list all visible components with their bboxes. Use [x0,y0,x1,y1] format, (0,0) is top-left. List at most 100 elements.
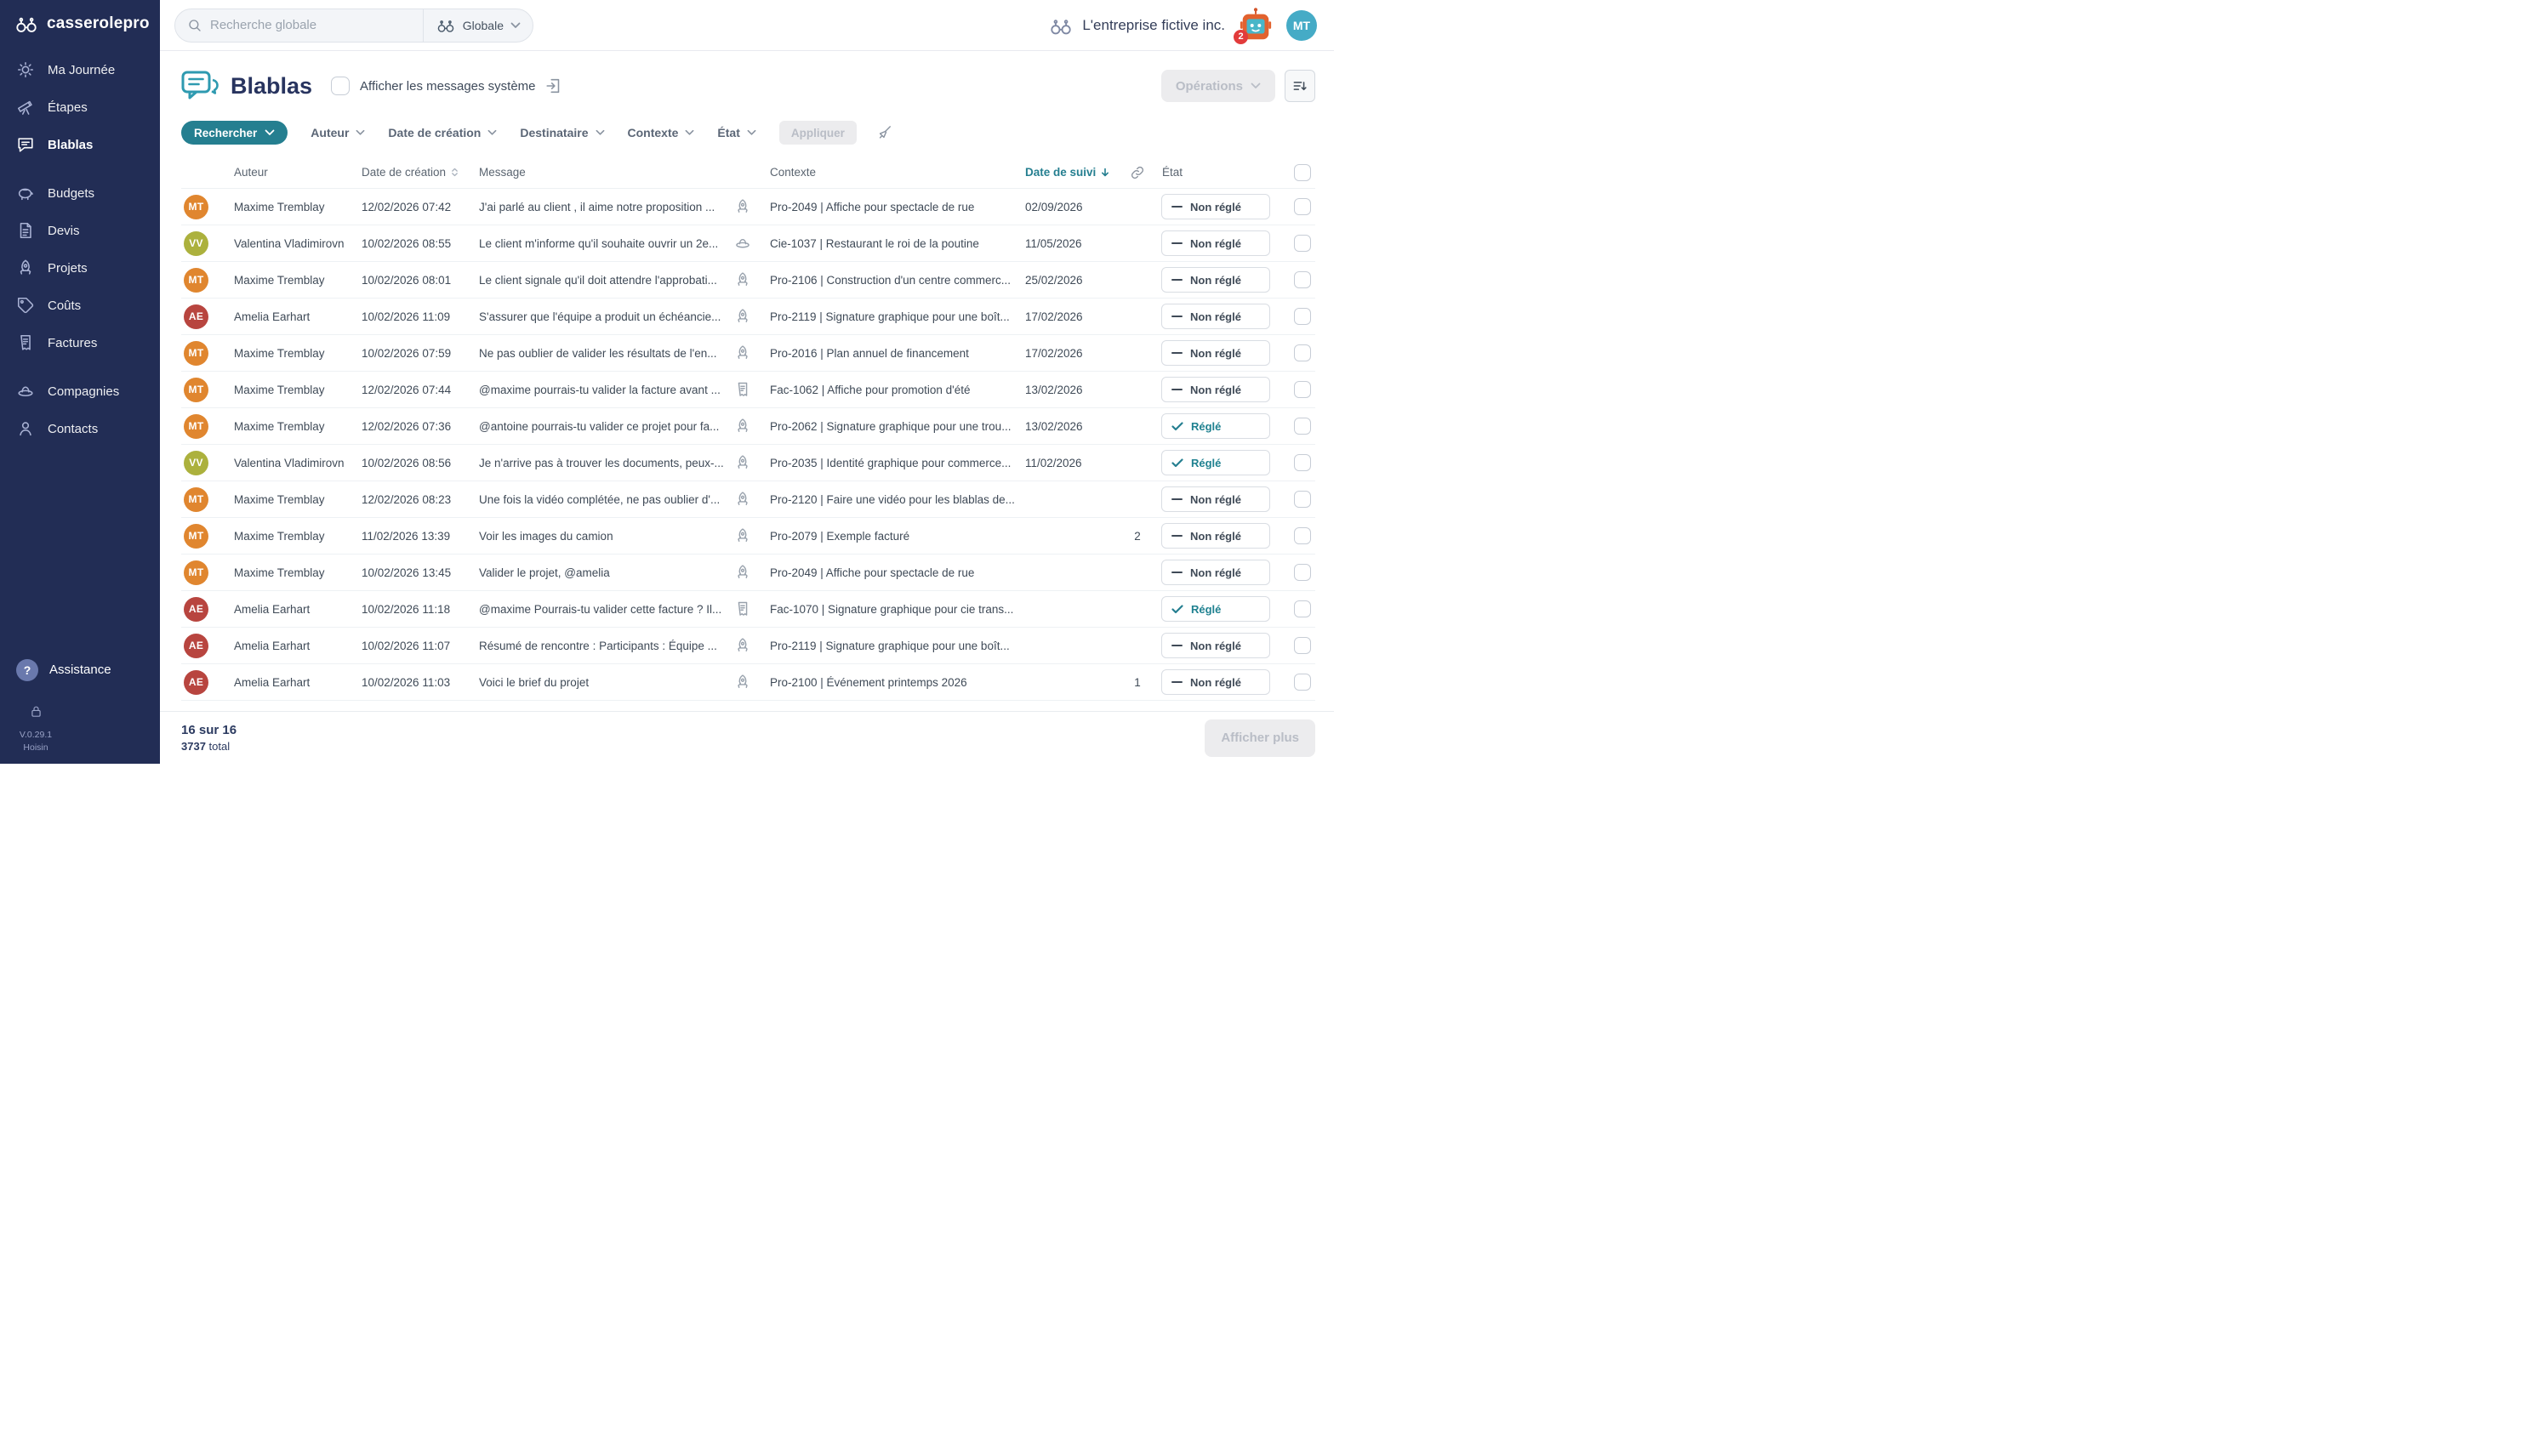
status-badge[interactable]: Non réglé [1161,633,1270,658]
row-checkbox[interactable] [1294,344,1311,361]
sidebar-item-devis[interactable]: Devis [0,212,160,249]
system-messages-label[interactable]: Afficher les messages système [360,79,535,94]
table-row[interactable]: AE Amelia Earhart 10/02/2026 11:03 Voici… [181,664,1315,701]
message-cell[interactable]: Voir les images du camion [479,530,734,543]
context-cell[interactable]: Pro-2119 | Signature graphique pour une … [770,310,1025,323]
status-badge[interactable]: Non réglé [1161,230,1270,256]
context-cell[interactable]: Cie-1037 | Restaurant le roi de la pouti… [770,237,1025,250]
filter-contexte[interactable]: Contexte [628,126,695,139]
status-badge[interactable]: Non réglé [1161,560,1270,585]
sidebar-item-couts[interactable]: Coûts [0,287,160,324]
status-badge[interactable]: Non réglé [1161,267,1270,293]
notifications-robot-button[interactable]: 2 [1238,7,1274,44]
clear-filters-icon[interactable] [876,124,893,141]
table-row[interactable]: AE Amelia Earhart 10/02/2026 11:09 S'ass… [181,299,1315,335]
sidebar-item-assistance[interactable]: ? Assistance [0,648,160,692]
row-checkbox[interactable] [1294,271,1311,288]
status-badge[interactable]: Non réglé [1161,194,1270,219]
row-checkbox[interactable] [1294,491,1311,508]
row-checkbox[interactable] [1294,637,1311,654]
status-badge[interactable]: Réglé [1161,450,1270,475]
company-selector[interactable]: L'entreprise fictive inc. [1048,15,1225,36]
status-badge[interactable]: Réglé [1161,596,1270,622]
message-cell[interactable]: S'assurer que l'équipe a produit un éché… [479,310,734,323]
row-checkbox[interactable] [1294,381,1311,398]
context-cell[interactable]: Pro-2049 | Affiche pour spectacle de rue [770,566,1025,579]
message-cell[interactable]: Valider le projet, @amelia [479,566,734,579]
table-row[interactable]: MT Maxime Tremblay 10/02/2026 13:45 Vali… [181,555,1315,591]
filter-date-de-creation[interactable]: Date de création [388,126,497,139]
sidebar-item-budgets[interactable]: Budgets [0,174,160,212]
context-cell[interactable]: Pro-2106 | Construction d'un centre comm… [770,274,1025,287]
row-checkbox[interactable] [1294,235,1311,252]
table-row[interactable]: VV Valentina Vladimirovn 10/02/2026 08:5… [181,225,1315,262]
table-row[interactable]: MT Maxime Tremblay 12/02/2026 07:36 @ant… [181,408,1315,445]
row-checkbox[interactable] [1294,308,1311,325]
sidebar-item-projets[interactable]: Projets [0,249,160,287]
global-search[interactable]: Globale [174,9,533,43]
message-cell[interactable]: Le client m'informe qu'il souhaite ouvri… [479,237,734,250]
sidebar-item-compagnies[interactable]: Compagnies [0,373,160,410]
sort-button[interactable] [1285,70,1315,102]
message-cell[interactable]: Ne pas oublier de valider les résultats … [479,347,734,360]
sidebar-item-contacts[interactable]: Contacts [0,410,160,447]
table-row[interactable]: MT Maxime Tremblay 12/02/2026 08:23 Une … [181,481,1315,518]
column-header-created[interactable]: Date de création [362,166,479,179]
table-row[interactable]: AE Amelia Earhart 10/02/2026 11:07 Résum… [181,628,1315,664]
table-row[interactable]: MT Maxime Tremblay 12/02/2026 07:44 @max… [181,372,1315,408]
message-cell[interactable]: Voici le brief du projet [479,676,734,689]
status-badge[interactable]: Réglé [1161,413,1270,439]
table-row[interactable]: AE Amelia Earhart 10/02/2026 11:18 @maxi… [181,591,1315,628]
sidebar-item-blablas[interactable]: Blablas [0,126,160,163]
message-cell[interactable]: Une fois la vidéo complétée, ne pas oubl… [479,493,734,506]
table-row[interactable]: MT Maxime Tremblay 12/02/2026 07:42 J'ai… [181,189,1315,225]
row-checkbox[interactable] [1294,198,1311,215]
status-badge[interactable]: Non réglé [1161,523,1270,549]
filter-etat[interactable]: État [717,126,755,139]
row-checkbox[interactable] [1294,600,1311,617]
column-header-followup[interactable]: Date de suivi [1025,166,1120,179]
row-checkbox[interactable] [1294,454,1311,471]
search-input[interactable] [210,18,423,32]
message-cell[interactable]: Le client signale qu'il doit attendre l'… [479,274,734,287]
filter-auteur[interactable]: Auteur [311,126,365,139]
row-checkbox[interactable] [1294,564,1311,581]
app-logo[interactable]: casserolepro [0,0,160,48]
apply-button[interactable]: Appliquer [779,121,857,145]
table-row[interactable]: MT Maxime Tremblay 11/02/2026 13:39 Voir… [181,518,1315,555]
sidebar-item-factures[interactable]: Factures [0,324,160,361]
status-badge[interactable]: Non réglé [1161,669,1270,695]
message-cell[interactable]: Résumé de rencontre : Participants : Équ… [479,640,734,652]
status-badge[interactable]: Non réglé [1161,340,1270,366]
row-checkbox[interactable] [1294,674,1311,691]
context-cell[interactable]: Pro-2120 | Faire une vidéo pour les blab… [770,493,1025,506]
user-avatar[interactable]: MT [1286,10,1317,41]
context-cell[interactable]: Fac-1062 | Affiche pour promotion d'été [770,384,1025,396]
select-all-checkbox[interactable] [1294,164,1311,181]
context-cell[interactable]: Pro-2062 | Signature graphique pour une … [770,420,1025,433]
row-checkbox[interactable] [1294,527,1311,544]
status-badge[interactable]: Non réglé [1161,486,1270,512]
table-row[interactable]: VV Valentina Vladimirovn 10/02/2026 08:5… [181,445,1315,481]
message-cell[interactable]: @maxime Pourrais-tu valider cette factur… [479,603,734,616]
message-cell[interactable]: @maxime pourrais-tu valider la facture a… [479,384,734,396]
context-cell[interactable]: Pro-2035 | Identité graphique pour comme… [770,457,1025,469]
search-filter-button[interactable]: Rechercher [181,121,288,145]
message-cell[interactable]: Je n'arrive pas à trouver les documents,… [479,457,734,469]
system-messages-checkbox[interactable] [331,77,350,95]
message-cell[interactable]: J'ai parlé au client , il aime notre pro… [479,201,734,213]
message-cell[interactable]: @antoine pourrais-tu valider ce projet p… [479,420,734,433]
operations-button[interactable]: Opérations [1161,70,1275,102]
context-cell[interactable]: Pro-2079 | Exemple facturé [770,530,1025,543]
context-cell[interactable]: Pro-2119 | Signature graphique pour une … [770,640,1025,652]
sidebar-item-etapes[interactable]: Étapes [0,88,160,126]
filter-destinataire[interactable]: Destinataire [520,126,604,139]
context-cell[interactable]: Fac-1070 | Signature graphique pour cie … [770,603,1025,616]
search-scope-select[interactable]: Globale [423,9,533,42]
table-row[interactable]: MT Maxime Tremblay 10/02/2026 07:59 Ne p… [181,335,1315,372]
status-badge[interactable]: Non réglé [1161,377,1270,402]
show-more-button[interactable]: Afficher plus [1205,719,1315,757]
context-cell[interactable]: Pro-2049 | Affiche pour spectacle de rue [770,201,1025,213]
context-cell[interactable]: Pro-2016 | Plan annuel de financement [770,347,1025,360]
row-checkbox[interactable] [1294,418,1311,435]
